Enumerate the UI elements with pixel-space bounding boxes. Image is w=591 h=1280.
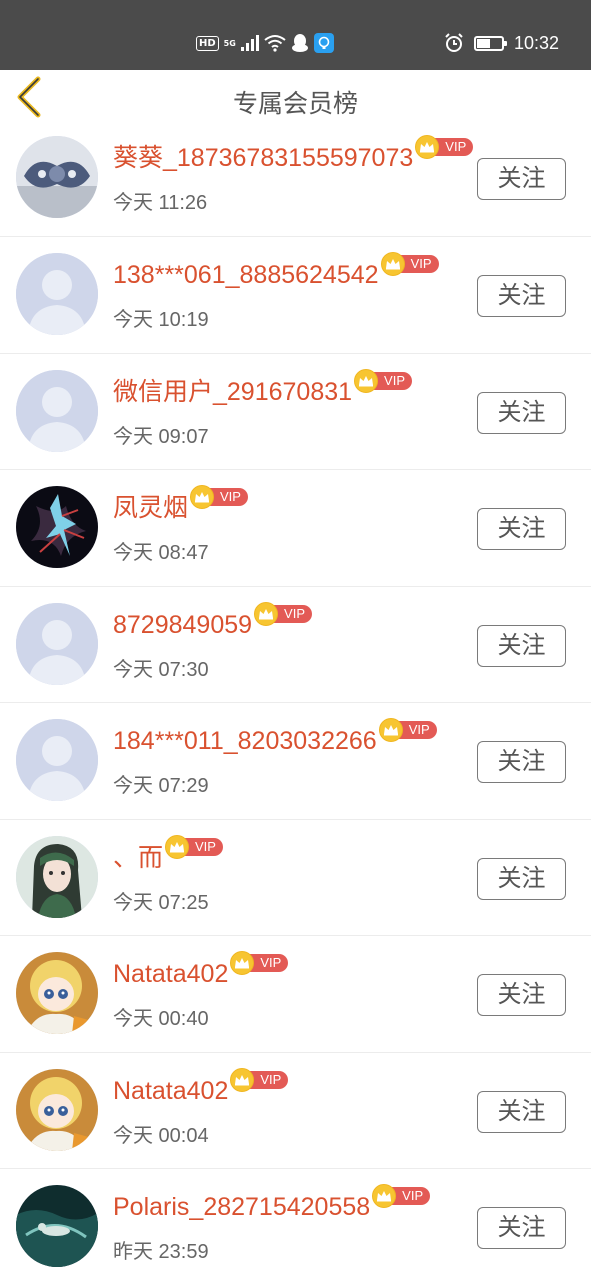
member-name[interactable]: 184***011_8203032266	[113, 725, 377, 757]
member-name[interactable]: 8729849059	[113, 609, 252, 641]
5g-label: 5G	[223, 38, 236, 48]
avatar[interactable]	[16, 369, 98, 452]
avatar[interactable]	[16, 253, 98, 335]
member-name-line: 184***011_8203032266 VIP	[113, 718, 437, 757]
member-name-line: Polaris_282715420558 VIP	[113, 1184, 431, 1223]
wifi-icon	[264, 35, 286, 52]
vip-badge: VIP	[190, 485, 248, 509]
alarm-icon	[445, 33, 463, 52]
crown-icon	[190, 485, 215, 509]
follow-button[interactable]: 关注	[477, 857, 566, 900]
avatar[interactable]	[16, 1185, 98, 1267]
crown-icon	[254, 601, 279, 626]
member-name-line: 8729849059 VIP	[113, 601, 313, 641]
member-time: 今天 00:04	[113, 1124, 209, 1147]
avatar[interactable]	[16, 719, 98, 801]
avatar[interactable]	[16, 835, 98, 918]
member-name-line: 葵葵_18736783155597073 VIP	[113, 135, 474, 174]
member-time: 今天 09:07	[113, 425, 209, 448]
vip-badge: VIP	[415, 135, 474, 159]
member-time: 今天 10:19	[113, 309, 209, 331]
member-row[interactable]: Natata402 VIP 今天 00:40 关注	[0, 936, 591, 1053]
member-row[interactable]: 184***011_8203032266 VIP 今天 07:29 关注	[0, 703, 591, 820]
follow-button[interactable]: 关注	[477, 275, 566, 317]
member-row[interactable]: 凤灵烟 VIP 今天 08:47 关注	[0, 470, 591, 587]
member-time: 昨天 23:59	[113, 1241, 209, 1263]
member-list: 葵葵_18736783155597073 VIP 今天 11:26 关注 138***0…	[0, 120, 591, 1280]
hd-icon: HD	[196, 35, 219, 51]
member-name[interactable]: 微信用户_291670831	[113, 376, 352, 408]
member-time: 今天 07:29	[113, 775, 209, 797]
follow-button[interactable]: 关注	[477, 508, 566, 550]
follow-button[interactable]: 关注	[477, 391, 566, 434]
member-time: 今天 07:25	[113, 891, 209, 914]
avatar[interactable]	[16, 136, 98, 218]
member-name[interactable]: 凤灵烟	[113, 492, 188, 524]
crown-icon	[380, 252, 405, 276]
battery-level	[476, 38, 490, 48]
follow-button[interactable]: 关注	[477, 1090, 566, 1133]
follow-button[interactable]: 关注	[477, 974, 566, 1016]
crown-icon	[165, 834, 190, 859]
member-time: 今天 00:40	[113, 1008, 209, 1030]
follow-button[interactable]: 关注	[477, 1207, 566, 1249]
avatar[interactable]	[16, 1068, 98, 1151]
vip-badge: VIP	[165, 834, 223, 859]
avatar[interactable]	[16, 952, 98, 1034]
vip-badge: VIP	[354, 368, 413, 393]
qq-icon	[291, 34, 308, 52]
member-row[interactable]: 、而 VIP 今天 07:25 关注	[0, 820, 591, 936]
member-row[interactable]: 138***061_8885624542 VIP 今天 10:19 关注	[0, 237, 591, 354]
follow-button[interactable]: 关注	[477, 741, 566, 783]
crown-icon	[230, 1067, 255, 1092]
status-left-icons: HD 5G	[196, 32, 334, 54]
member-time: 今天 11:26	[113, 192, 208, 214]
member-name-line: 138***061_8885624542 VIP	[113, 252, 439, 291]
vip-badge: VIP	[372, 1184, 431, 1208]
member-name[interactable]: 138***061_8885624542	[113, 259, 379, 291]
member-row[interactable]: 葵葵_18736783155597073 VIP 今天 11:26 关注	[0, 120, 591, 237]
follow-button[interactable]: 关注	[477, 158, 566, 200]
vip-badge: VIP	[380, 252, 439, 276]
status-bar: HD 5G 10:32	[0, 0, 591, 70]
status-right: 10:32	[444, 30, 559, 56]
member-name-line: Natata402 VIP	[113, 1067, 289, 1107]
vip-badge: VIP	[378, 718, 437, 742]
crown-icon	[372, 1184, 397, 1208]
avatar[interactable]	[16, 486, 98, 568]
member-row[interactable]: 微信用户_291670831 VIP 今天 09:07 关注	[0, 354, 591, 470]
member-name-line: 、而 VIP	[113, 834, 223, 874]
member-name-line: Natata402 VIP	[113, 951, 289, 990]
status-time: 10:32	[513, 32, 559, 53]
member-row[interactable]: Natata402 VIP 今天 00:04 关注	[0, 1053, 591, 1169]
follow-button[interactable]: 关注	[477, 624, 566, 667]
notification-app-icon	[313, 33, 334, 53]
member-name[interactable]: 、而	[113, 842, 163, 874]
5g-signal-icon: 5G	[224, 39, 236, 48]
member-name[interactable]: Natata402	[113, 1075, 228, 1107]
member-name-line: 凤灵烟 VIP	[113, 485, 248, 524]
crown-icon	[354, 368, 379, 393]
vip-badge: VIP	[254, 601, 313, 626]
member-row[interactable]: Polaris_282715420558 VIP 昨天 23:59 关注	[0, 1169, 591, 1280]
battery-icon	[473, 35, 507, 51]
member-name[interactable]: Polaris_282715420558	[113, 1191, 370, 1223]
crown-icon	[378, 718, 403, 742]
member-name-line: 微信用户_291670831 VIP	[113, 368, 413, 408]
member-time: 今天 07:30	[113, 658, 209, 681]
page-title: 专属会员榜	[232, 89, 358, 118]
member-time: 今天 08:47	[113, 542, 209, 564]
member-row[interactable]: 8729849059 VIP 今天 07:30 关注	[0, 587, 591, 703]
member-name[interactable]: Natata402	[113, 958, 228, 990]
vip-badge: VIP	[230, 1067, 289, 1092]
member-name[interactable]: 葵葵_18736783155597073	[113, 142, 413, 174]
signal-bars-icon	[240, 35, 259, 51]
avatar[interactable]	[16, 602, 98, 685]
vip-badge: VIP	[230, 951, 289, 975]
